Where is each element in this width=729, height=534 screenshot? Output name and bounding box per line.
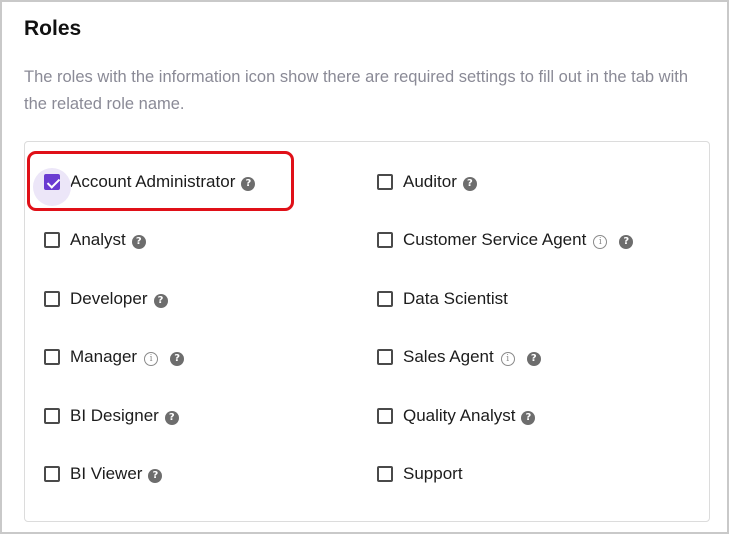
role-analyst[interactable]: Analyst ? — [44, 227, 146, 253]
role-customer-service-agent[interactable]: Customer Service Agent i ? — [377, 227, 634, 253]
roles-section: Roles The roles with the information ico… — [0, 0, 729, 534]
checkbox[interactable] — [44, 232, 60, 248]
role-label: Quality Analyst — [403, 406, 516, 425]
role-bi-viewer[interactable]: BI Viewer ? — [44, 461, 163, 487]
role-label: Manager — [70, 347, 138, 366]
role-auditor[interactable]: Auditor ? — [377, 169, 477, 195]
info-icon[interactable]: i — [144, 351, 159, 366]
checkbox[interactable] — [44, 466, 60, 482]
role-label: Customer Service Agent — [403, 230, 587, 249]
role-label: Analyst — [70, 230, 126, 249]
role-label: Data Scientist — [403, 289, 508, 308]
info-icon[interactable]: i — [500, 351, 515, 366]
role-sales-agent[interactable]: Sales Agent i ? — [377, 344, 541, 370]
role-label: Sales Agent — [403, 347, 494, 366]
checkbox[interactable] — [377, 291, 393, 307]
role-support[interactable]: Support — [377, 461, 463, 487]
role-data-scientist[interactable]: Data Scientist — [377, 286, 508, 312]
help-icon[interactable]: ? — [521, 411, 536, 425]
role-label: Support — [403, 464, 463, 483]
info-icon[interactable]: i — [593, 234, 608, 249]
role-label: Developer — [70, 289, 148, 308]
checkbox[interactable] — [44, 291, 60, 307]
checkbox[interactable] — [377, 232, 393, 248]
checkbox[interactable] — [44, 174, 60, 190]
help-icon[interactable]: ? — [170, 352, 185, 366]
help-icon[interactable]: ? — [462, 177, 477, 191]
checkbox[interactable] — [377, 174, 393, 190]
role-label: BI Designer — [70, 406, 159, 425]
checkbox[interactable] — [44, 349, 60, 365]
role-label: Auditor — [403, 172, 457, 191]
section-description: The roles with the information icon show… — [24, 68, 689, 113]
help-icon[interactable]: ? — [131, 235, 146, 249]
role-label: Account Administrator — [70, 172, 236, 191]
help-icon[interactable]: ? — [153, 294, 168, 308]
role-label: BI Viewer — [70, 464, 143, 483]
help-icon[interactable]: ? — [526, 352, 541, 366]
checkbox[interactable] — [377, 466, 393, 482]
checkbox[interactable] — [377, 349, 393, 365]
checkbox[interactable] — [377, 408, 393, 424]
help-icon[interactable]: ? — [619, 235, 634, 249]
help-icon[interactable]: ? — [241, 177, 256, 191]
help-icon[interactable]: ? — [164, 411, 179, 425]
section-title: Roles — [24, 17, 82, 40]
checkbox[interactable] — [44, 408, 60, 424]
help-icon[interactable]: ? — [148, 469, 163, 483]
role-bi-designer[interactable]: BI Designer ? — [44, 403, 179, 429]
role-manager[interactable]: Manager i ? — [44, 344, 185, 370]
role-account-administrator[interactable]: Account Administrator ? — [33, 168, 256, 206]
role-developer[interactable]: Developer ? — [44, 286, 168, 312]
role-quality-analyst[interactable]: Quality Analyst ? — [377, 403, 536, 429]
